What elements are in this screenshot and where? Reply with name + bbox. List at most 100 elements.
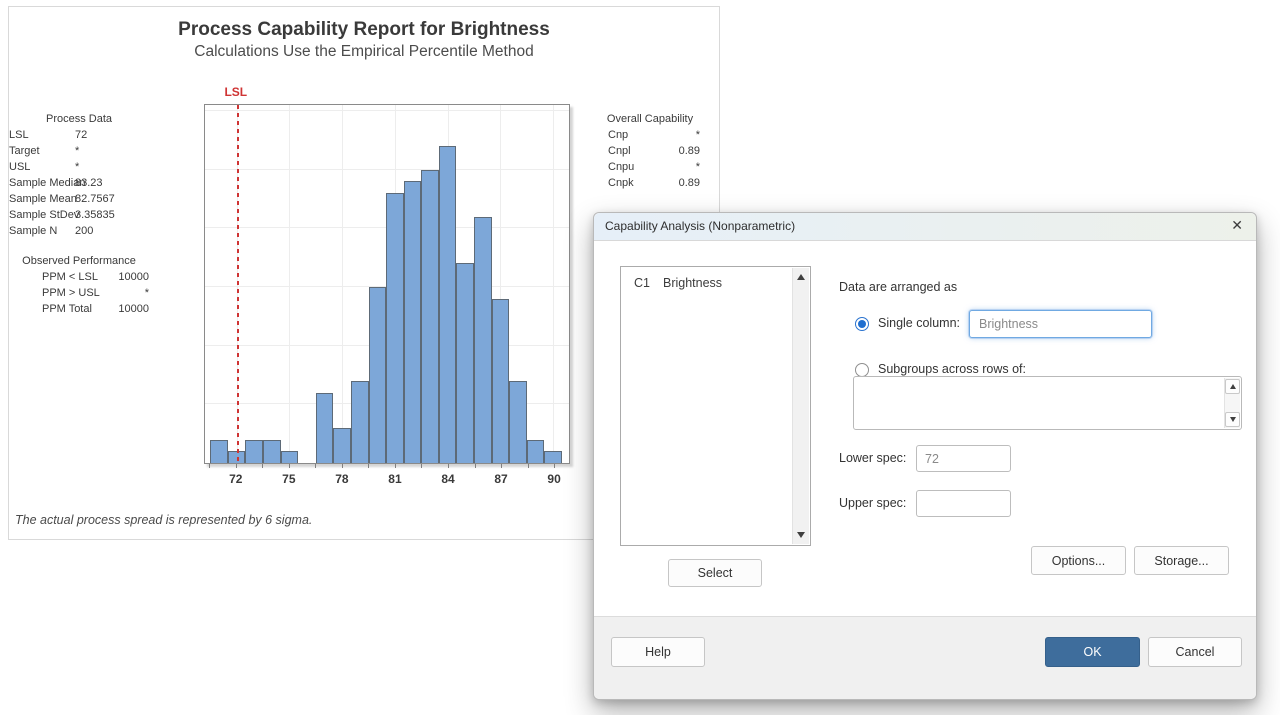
histogram-bar	[386, 193, 404, 463]
axis-tick-icon	[395, 464, 396, 468]
axis-tick-icon	[315, 464, 316, 468]
report-footnote: The actual process spread is represented…	[15, 513, 312, 527]
x-tick-label: 87	[494, 472, 507, 486]
histogram-zone: LSL 72 75 78 81 84 87 90	[204, 85, 570, 497]
axis-tick-icon	[368, 464, 369, 468]
axis-tick-icon	[448, 464, 449, 468]
storage-button[interactable]: Storage...	[1134, 546, 1229, 575]
axis-tick-icon	[528, 464, 529, 468]
histogram-bar	[404, 181, 422, 463]
report-title: Process Capability Report for Brightness	[9, 19, 719, 41]
scroll-up-icon[interactable]	[797, 274, 805, 280]
histogram-bar	[474, 217, 492, 463]
axis-tick-icon	[475, 464, 476, 468]
process-data-table: Process Data LSL72Target*USL*Sample Medi…	[9, 111, 149, 239]
histogram-bar	[210, 440, 228, 463]
single-column-radio[interactable]	[855, 317, 869, 331]
gridline-v	[289, 105, 290, 463]
single-column-input[interactable]	[969, 310, 1152, 338]
gridline-h	[205, 169, 569, 170]
lsl-label: LSL	[224, 85, 247, 99]
x-axis-labels: 72 75 78 81 84 87 90	[204, 472, 570, 488]
ok-button[interactable]: OK	[1045, 637, 1140, 667]
histogram-bar	[333, 428, 351, 463]
options-button[interactable]: Options...	[1031, 546, 1126, 575]
dialog: Capability Analysis (Nonparametric) ✕ C1…	[593, 212, 1257, 700]
scroll-up-icon[interactable]	[1225, 379, 1240, 394]
subgroups-textarea[interactable]	[853, 376, 1242, 430]
stat-row: Target*	[9, 143, 149, 159]
upper-spec-input[interactable]	[916, 490, 1011, 517]
stat-row: Cnpu*	[596, 159, 704, 175]
columns-list-items: C1Brightness	[621, 267, 810, 293]
histogram-bar	[509, 381, 527, 463]
dialog-titlebar: Capability Analysis (Nonparametric) ✕	[594, 213, 1256, 241]
observed-performance-table: Observed Performance PPM < LSL10000PPM >…	[9, 253, 149, 317]
stat-row: Cnp*	[596, 127, 704, 143]
axis-tick-icon	[236, 464, 237, 468]
histogram-bar	[527, 440, 545, 463]
observed-performance-header: Observed Performance	[9, 253, 149, 269]
x-tick-label: 75	[282, 472, 295, 486]
gridline-v	[342, 105, 343, 463]
listbox-scrollbar[interactable]	[792, 268, 809, 544]
dialog-title: Capability Analysis (Nonparametric)	[605, 219, 795, 233]
help-button[interactable]: Help	[611, 637, 705, 667]
stat-row: Sample N200	[9, 223, 149, 239]
overall-capability-header: Overall Capability	[596, 111, 704, 127]
lsl-line	[237, 105, 239, 463]
cancel-button[interactable]: Cancel	[1148, 637, 1242, 667]
columns-listbox[interactable]: C1Brightness	[620, 266, 811, 546]
histogram-plot	[204, 104, 570, 464]
stat-row: Cnpk0.89	[596, 175, 704, 191]
stat-row: PPM > USL*	[9, 285, 149, 301]
histogram-bar	[369, 287, 387, 463]
upper-spec-label: Upper spec:	[839, 496, 906, 510]
axis-tick-icon	[421, 464, 422, 468]
process-data-rows: LSL72Target*USL*Sample Median83.23Sample…	[9, 127, 149, 239]
x-tick-label: 84	[441, 472, 454, 486]
subgroups-label: Subgroups across rows of:	[878, 362, 1026, 376]
x-tick-label: 78	[335, 472, 348, 486]
x-tick-label: 81	[388, 472, 401, 486]
scroll-down-icon[interactable]	[797, 532, 805, 538]
overall-capability-rows: Cnp*Cnpl0.89Cnpu*Cnpk0.89	[596, 127, 704, 191]
lower-spec-label: Lower spec:	[839, 451, 906, 465]
single-column-label: Single column:	[878, 316, 960, 330]
axis-tick-icon	[554, 464, 555, 468]
select-button[interactable]: Select	[668, 559, 762, 587]
stat-row: PPM < LSL10000	[9, 269, 149, 285]
list-item[interactable]: C1Brightness	[621, 276, 810, 293]
observed-performance-rows: PPM < LSL10000PPM > USL*PPM Total10000	[9, 269, 149, 317]
axis-tick-icon	[209, 464, 210, 468]
gridline-v	[553, 105, 554, 463]
histogram-bar	[492, 299, 510, 463]
overall-capability-table: Overall Capability Cnp*Cnpl0.89Cnpu*Cnpk…	[596, 111, 704, 191]
histogram-bar	[245, 440, 263, 463]
gridline-h	[205, 110, 569, 111]
lower-spec-input[interactable]	[916, 445, 1011, 472]
histogram-bar	[316, 393, 334, 463]
dialog-footer: Help OK Cancel	[594, 616, 1256, 699]
histogram-bar	[439, 146, 457, 463]
x-tick-label: 90	[547, 472, 560, 486]
histogram-bar	[281, 451, 299, 463]
axis-tick-icon	[262, 464, 263, 468]
process-data-header: Process Data	[9, 111, 149, 127]
histogram-bar	[351, 381, 369, 463]
data-arranged-label: Data are arranged as	[839, 280, 957, 294]
axis-tick-icon	[501, 464, 502, 468]
axis-tick-icon	[289, 464, 290, 468]
stat-row: Sample Mean82.7567	[9, 191, 149, 207]
textarea-scrollbar[interactable]	[1224, 378, 1240, 428]
subgroups-radio[interactable]	[855, 363, 869, 377]
x-axis-minor-ticks	[204, 464, 570, 469]
histogram-bar	[544, 451, 562, 463]
report-subtitle: Calculations Use the Empirical Percentil…	[9, 43, 719, 61]
x-tick-label: 72	[229, 472, 242, 486]
axis-tick-icon	[342, 464, 343, 468]
stat-row: Sample Median83.23	[9, 175, 149, 191]
stat-row: PPM Total10000	[9, 301, 149, 317]
scroll-down-icon[interactable]	[1225, 412, 1240, 427]
close-icon[interactable]: ✕	[1231, 217, 1243, 234]
